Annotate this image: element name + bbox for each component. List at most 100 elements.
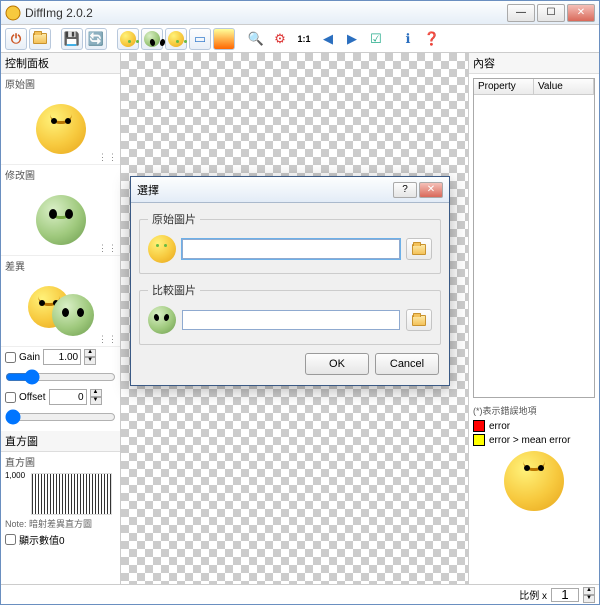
histogram-max: 1,000 [5,471,25,480]
dialog-help-button[interactable]: ? [393,182,417,198]
next-button[interactable]: ▶ [341,28,363,50]
dialog-close-button[interactable]: ✕ [419,182,443,198]
compare-fieldset: 比較圖片 [139,282,441,345]
modified-thumbnail[interactable]: ⋮⋮ [1,184,120,256]
dual-view-button[interactable]: ▭ [189,28,211,50]
offset-label: Offset [19,392,46,403]
minimize-button[interactable]: — [507,4,535,22]
col-property: Property [474,79,534,94]
offset-row: Offset ▲▼ [1,387,120,407]
compare-path-input[interactable] [182,310,400,330]
dialog-controls: ? ✕ [393,182,443,198]
drag-handle-icon: ⋮⋮ [98,243,118,254]
toolbar: ⏻ 💾 🔄 ▭ 🔍 ⚙ 1:1 ◀ ▶ ☑ ℹ ❓ [1,25,599,53]
modified-label: 修改圖 [1,165,120,184]
window-controls: — ☐ ✕ [507,4,595,22]
histogram-label: 直方圖 [1,452,120,471]
help-button[interactable]: ❓ [421,28,443,50]
ratio-input[interactable] [551,588,579,602]
zoom-button[interactable]: 🔍 [245,28,267,50]
folder-icon [33,33,47,44]
window-title: DiffImg 2.0.2 [25,6,93,20]
gain-slider[interactable] [5,369,116,385]
smiley-icon [36,104,86,154]
property-table-header: Property Value [474,79,594,95]
drag-handle-icon: ⋮⋮ [98,334,118,345]
gain-spinner[interactable]: ▲▼ [84,349,96,365]
control-panel-header: 控制面板 [1,53,120,74]
diff-view-button[interactable] [165,28,187,50]
alien-icon [144,31,160,47]
check-button[interactable]: ☑ [365,28,387,50]
fit-button[interactable]: 1:1 [293,28,315,50]
offset-spinner[interactable]: ▲▼ [90,389,102,405]
compare-field-label: 比較圖片 [148,282,200,298]
titlebar: DiffImg 2.0.2 — ☐ ✕ [1,1,599,25]
smiley-icon [120,31,136,47]
combo-icon [28,286,94,336]
alien-icon [148,306,176,334]
property-panel: 內容 Property Value (*)表示錯誤地項 error error … [469,53,599,584]
dialog-titlebar: 選擇 ? ✕ [131,177,449,203]
folder-icon [412,315,426,326]
quit-button[interactable]: ⏻ [5,28,27,50]
info-button[interactable]: ℹ [397,28,419,50]
ratio-spinner[interactable]: ▲▼ [583,587,595,603]
diff-label: 差異 [1,256,120,275]
legend-error-label: error [489,421,510,432]
original-label: 原始圖 [1,74,120,93]
open-button[interactable] [29,28,51,50]
dialog-title: 選擇 [137,182,159,198]
property-panel-header: 內容 [469,53,599,74]
cancel-button[interactable]: Cancel [375,353,439,375]
heatmap-button[interactable] [213,28,235,50]
save-button[interactable]: 💾 [61,28,83,50]
compare-browse-button[interactable] [406,309,432,331]
ratio-label: 比例 x [519,587,547,602]
error-swatch-icon [473,420,485,432]
close-button[interactable]: ✕ [567,4,595,22]
gain-label: Gain [19,352,40,363]
alien-icon [36,195,86,245]
legend-error: error [469,419,599,433]
original-browse-button[interactable] [406,238,432,260]
preview-icon [504,451,564,511]
folder-icon [412,244,426,255]
original-fieldset: 原始圖片 [139,211,441,274]
modified-view-button[interactable] [141,28,163,50]
app-icon [5,5,21,21]
ok-button[interactable]: OK [305,353,369,375]
histogram [31,473,112,515]
drag-handle-icon: ⋮⋮ [98,152,118,163]
gain-input[interactable] [43,349,81,365]
statusbar: 比例 x ▲▼ [1,584,599,604]
dialog-buttons: OK Cancel [131,353,449,385]
offset-slider[interactable] [5,409,116,425]
settings-button[interactable]: ⚙ [269,28,291,50]
offset-input[interactable] [49,389,87,405]
diff-thumbnail[interactable]: ⋮⋮ [1,275,120,347]
original-thumbnail[interactable]: ⋮⋮ [1,93,120,165]
show-digits-label: 顯示數值0 [19,532,65,547]
maximize-button[interactable]: ☐ [537,4,565,22]
legend-mean: error > mean error [469,433,599,447]
gain-checkbox[interactable] [5,352,16,363]
legend-note: (*)表示錯誤地項 [469,402,599,419]
legend-mean-label: error > mean error [489,435,570,446]
gain-row: Gain ▲▼ [1,347,120,367]
mean-swatch-icon [473,434,485,446]
original-view-button[interactable] [117,28,139,50]
property-table: Property Value [473,78,595,398]
smiley-icon [148,235,176,263]
refresh-button[interactable]: 🔄 [85,28,107,50]
histogram-header: 直方圖 [1,431,120,452]
smiley-icon [168,31,184,47]
col-value: Value [534,79,594,94]
prev-button[interactable]: ◀ [317,28,339,50]
original-field-label: 原始圖片 [148,211,200,227]
original-path-input[interactable] [182,239,400,259]
offset-checkbox[interactable] [5,392,16,403]
select-dialog: 選擇 ? ✕ 原始圖片 比較圖片 OK Cancel [130,176,450,386]
show-digits-checkbox[interactable] [5,534,16,545]
control-panel: 控制面板 原始圖 ⋮⋮ 修改圖 ⋮⋮ 差異 ⋮⋮ Gain [1,53,121,584]
